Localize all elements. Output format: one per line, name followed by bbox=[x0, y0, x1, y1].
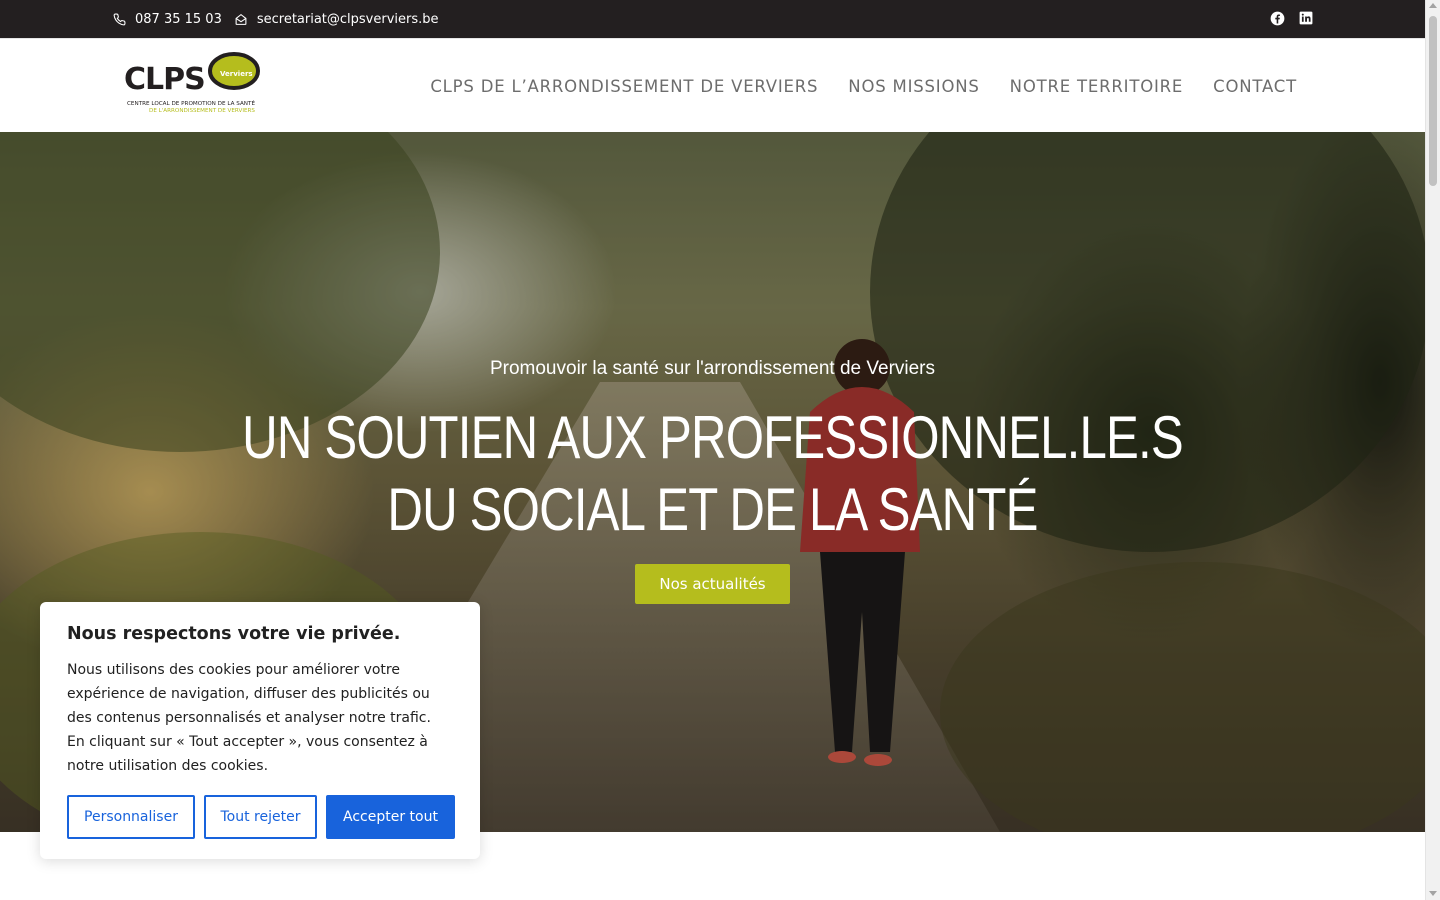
facebook-icon[interactable] bbox=[1270, 11, 1285, 26]
email-address: secretariat@clpsverviers.be bbox=[256, 11, 439, 27]
contact-info: 087 35 15 03 secretariat@clpsverviers.be bbox=[113, 0, 451, 38]
main-nav: CLPS DE L’ARRONDISSEMENT DE VERVIERS NOS… bbox=[430, 39, 1297, 133]
logo-badge: Verviers bbox=[220, 70, 253, 78]
clps-logo[interactable]: Verviers CLPS CENTRE LOCAL DE PROMOTION … bbox=[122, 49, 262, 119]
phone-link[interactable]: 087 35 15 03 bbox=[113, 12, 222, 27]
linkedin-icon[interactable] bbox=[1299, 11, 1313, 25]
hero-title: UN SOUTIEN AUX PROFESSIONNEL.LE.S DU SOC… bbox=[128, 402, 1297, 546]
news-button[interactable]: Nos actualités bbox=[635, 564, 790, 604]
logo-line2: DE L'ARRONDISSEMENT DE VERVIERS bbox=[149, 108, 255, 114]
site-header: Verviers CLPS CENTRE LOCAL DE PROMOTION … bbox=[0, 38, 1425, 132]
logo-wordmark: CLPS bbox=[124, 62, 205, 97]
nav-item-clps[interactable]: CLPS DE L’ARRONDISSEMENT DE VERVIERS bbox=[430, 77, 818, 96]
scroll-up-icon[interactable] bbox=[1429, 3, 1437, 8]
hero-title-line1: UN SOUTIEN AUX PROFESSIONNEL.LE.S bbox=[242, 404, 1184, 471]
accept-all-button[interactable]: Accepter tout bbox=[326, 795, 455, 839]
nav-item-contact[interactable]: CONTACT bbox=[1213, 77, 1297, 96]
logo-line1: CENTRE LOCAL DE PROMOTION DE LA SANTÉ bbox=[127, 99, 255, 107]
phone-number: 087 35 15 03 bbox=[135, 11, 222, 27]
reject-all-button[interactable]: Tout rejeter bbox=[204, 795, 317, 839]
nav-item-missions[interactable]: NOS MISSIONS bbox=[848, 77, 979, 96]
phone-icon bbox=[113, 13, 126, 25]
email-link[interactable]: secretariat@clpsverviers.be bbox=[234, 12, 439, 27]
hero-title-line2: DU SOCIAL ET DE LA SANTÉ bbox=[387, 476, 1038, 543]
envelope-icon bbox=[235, 13, 247, 25]
scroll-down-icon[interactable] bbox=[1429, 891, 1437, 896]
hero-subtitle: Promouvoir la santé sur l'arrondissement… bbox=[489, 358, 936, 379]
customize-button[interactable]: Personnaliser bbox=[67, 795, 195, 839]
cookie-text: Nous utilisons des cookies pour améliore… bbox=[67, 662, 431, 774]
top-bar: 087 35 15 03 secretariat@clpsverviers.be bbox=[0, 0, 1425, 38]
cookie-title: Nous respectons votre vie privée. bbox=[67, 624, 401, 644]
social-links bbox=[1270, 11, 1313, 26]
page-scrollbar[interactable] bbox=[1425, 0, 1440, 900]
cookie-buttons: Personnaliser Tout rejeter Accepter tout bbox=[67, 795, 455, 839]
scrollbar-thumb[interactable] bbox=[1429, 16, 1437, 186]
nav-item-territoire[interactable]: NOTRE TERRITOIRE bbox=[1010, 77, 1183, 96]
cookie-banner: Nous respectons votre vie privée. Nous u… bbox=[40, 602, 480, 859]
